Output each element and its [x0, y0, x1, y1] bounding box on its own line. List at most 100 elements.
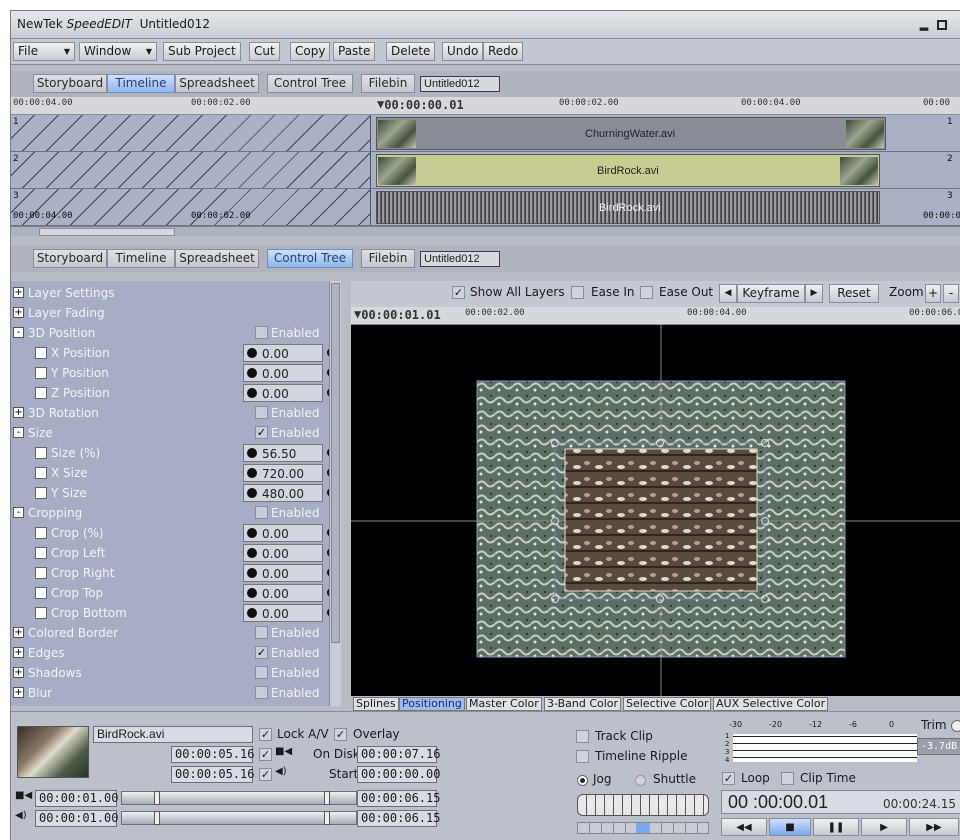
video-trim-slider[interactable] [121, 791, 357, 805]
redo-button[interactable]: Redo [483, 42, 524, 61]
clip-name-field[interactable]: BirdRock.avi [93, 726, 253, 743]
on-disk-field[interactable]: 00:00:07.16 [357, 746, 440, 763]
copy-button[interactable]: Copy [290, 42, 331, 61]
value-spinner[interactable]: 480.00 [243, 484, 336, 502]
preview-viewer[interactable] [351, 281, 960, 706]
subtab-selective-color[interactable]: Selective Color [623, 697, 712, 711]
value-spinner[interactable]: 0.00 [243, 384, 336, 402]
keyframe-button[interactable]: Keyframe [737, 284, 805, 303]
expand-icon[interactable]: + [13, 647, 24, 658]
tree-row-3d-position[interactable]: -3D Position Enabled [11, 323, 341, 343]
keyframe-checkbox[interactable] [35, 347, 47, 359]
dial-icon[interactable] [247, 528, 257, 538]
shuttle-strip[interactable] [577, 822, 709, 834]
file-menu[interactable]: File ▼ [13, 42, 75, 61]
tree-row-layer-settings[interactable]: + Layer Settings [11, 283, 341, 303]
play-button[interactable]: ▶ [861, 818, 907, 836]
subtab-aux-selective-color[interactable]: AUX Selective Color [713, 697, 829, 711]
tab-timeline[interactable]: Timeline [107, 74, 175, 93]
ease-out-checkbox[interactable] [640, 286, 653, 299]
keyframe-checkbox[interactable] [35, 467, 47, 479]
expand-icon[interactable]: + [13, 287, 24, 298]
tab-spreadsheet[interactable]: Spreadsheet [175, 249, 259, 268]
value-spinner[interactable]: 0.00 [243, 564, 336, 582]
tab-control-tree[interactable]: Control Tree [267, 74, 353, 93]
tree-row-shadows[interactable]: + Shadows Enabled [11, 663, 341, 683]
video-in-field[interactable]: 00:00:01.00 [35, 790, 118, 807]
tree-row-crop-top[interactable]: Crop Top 0.00 [11, 583, 341, 603]
track-clip-checkbox[interactable] [576, 730, 589, 743]
tree-row-x-position[interactable]: X Position 0.00 [11, 343, 341, 363]
zoom-out-button[interactable]: - [943, 284, 959, 303]
keyframe-checkbox[interactable] [35, 587, 47, 599]
enabled-checkbox[interactable] [255, 406, 268, 419]
track-3[interactable]: 3 3 00:00:04.00 00:00:02.00 00:00:0 Bird… [11, 189, 960, 226]
jog-wheel[interactable] [577, 794, 709, 816]
tree-row-size[interactable]: Size (%) 56.50 [11, 443, 341, 463]
shuttle-radio[interactable] [635, 775, 646, 786]
jog-radio[interactable] [577, 775, 588, 786]
scroll-thumb[interactable] [39, 228, 175, 236]
tree-row-crop-right[interactable]: Crop Right 0.00 [11, 563, 341, 583]
tab-filebin[interactable]: Filebin [361, 249, 415, 268]
tree-row-3d-rotation[interactable]: +3D Rotation Enabled [11, 403, 341, 423]
tree-row-y-size[interactable]: Y Size 480.00 [11, 483, 341, 503]
prev-keyframe-button[interactable]: ◀ [719, 284, 737, 303]
playhead-time[interactable]: ▼ 00:00:00.01 [377, 97, 464, 112]
keyframe-checkbox[interactable] [35, 567, 47, 579]
clip-out-time-field[interactable]: 00:00:05.16 [171, 766, 254, 783]
scroll-thumb[interactable] [331, 283, 340, 643]
subtab-splines[interactable]: Splines [353, 697, 399, 711]
fast-forward-button[interactable]: ▶▶ [909, 818, 959, 836]
clip-birdrock-audio[interactable]: BirdRock.avi [376, 191, 880, 224]
dial-icon[interactable] [247, 348, 257, 358]
track-1[interactable]: 1 1 ChurningWater.avi [11, 115, 960, 152]
pause-button[interactable]: ❚❚ [813, 818, 859, 836]
expand-icon[interactable]: + [13, 627, 24, 638]
undo-button[interactable]: Undo [442, 42, 484, 61]
stop-button[interactable]: ■ [769, 818, 811, 836]
value-spinner[interactable]: 0.00 [243, 584, 336, 602]
dial-icon[interactable] [247, 388, 257, 398]
window-menu[interactable]: Window ▼ [79, 42, 157, 61]
tree-row-layer-fading[interactable]: + Layer Fading [11, 303, 341, 323]
value-spinner[interactable]: 0.00 [243, 544, 336, 562]
trim-knob[interactable] [951, 720, 960, 732]
value-spinner[interactable]: 56.50 [243, 444, 336, 462]
rewind-button[interactable]: ◀◀ [721, 818, 767, 836]
clip-in-time-field[interactable]: 00:00:05.16 [171, 746, 254, 763]
ease-in-checkbox[interactable] [571, 286, 584, 299]
collapse-icon[interactable]: - [13, 427, 24, 438]
cut-button[interactable]: Cut [249, 42, 280, 61]
viewer-playhead-time[interactable]: ▼ 00:00:01.01 [354, 307, 441, 322]
dial-icon[interactable] [247, 468, 257, 478]
zoom-in-button[interactable]: + [925, 284, 941, 303]
expand-icon[interactable]: + [13, 667, 24, 678]
clip-time-checkbox[interactable] [781, 772, 794, 785]
tab-spreadsheet[interactable]: Spreadsheet [175, 74, 259, 93]
lock-av-checkbox[interactable]: ✓ [259, 728, 272, 741]
tree-row-crop[interactable]: Crop (%) 0.00 [11, 523, 341, 543]
dial-icon[interactable] [247, 368, 257, 378]
value-spinner[interactable]: 720.00 [243, 464, 336, 482]
dial-icon[interactable] [247, 488, 257, 498]
enabled-checkbox[interactable] [255, 626, 268, 639]
dial-icon[interactable] [247, 548, 257, 558]
track-2[interactable]: 2 2 BirdRock.avi [11, 152, 960, 189]
enabled-checkbox[interactable]: ✓ [255, 646, 268, 659]
keyframe-checkbox[interactable] [35, 547, 47, 559]
project-name-field[interactable]: Untitled012 [420, 251, 500, 267]
tree-row-colored-border[interactable]: + Colored Border Enabled [11, 623, 341, 643]
enabled-checkbox[interactable] [255, 686, 268, 699]
tree-row-crop-left[interactable]: Crop Left 0.00 [11, 543, 341, 563]
video-enable-checkbox[interactable]: ✓ [259, 748, 272, 761]
keyframe-checkbox[interactable] [35, 607, 47, 619]
tree-row-size[interactable]: - Size ✓ Enabled [11, 423, 341, 443]
value-spinner[interactable]: 0.00 [243, 524, 336, 542]
audio-enable-checkbox[interactable]: ✓ [259, 768, 272, 781]
value-spinner[interactable]: 0.00 [243, 344, 336, 362]
enabled-checkbox[interactable] [255, 666, 268, 679]
keyframe-checkbox[interactable] [35, 487, 47, 499]
tab-timeline[interactable]: Timeline [107, 249, 175, 268]
clip-birdrock-video[interactable]: BirdRock.avi [376, 154, 880, 187]
